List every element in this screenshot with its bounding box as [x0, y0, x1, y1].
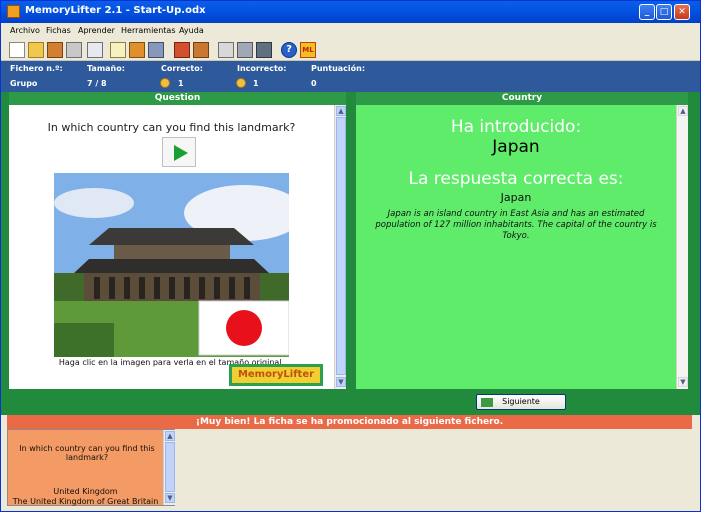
- file-value: Grupo: [10, 79, 38, 88]
- scroll-thumb[interactable]: [336, 117, 346, 375]
- incorrect-label: Incorrecto:: [237, 64, 287, 73]
- smile-icon: [160, 78, 170, 88]
- media-icon[interactable]: [129, 42, 145, 58]
- save-icon[interactable]: [47, 42, 63, 58]
- app-window: MemoryLifter 2.1 - Start-Up.odx _ □ ✕ Ar…: [0, 0, 701, 512]
- menu-fichas[interactable]: Fichas: [46, 26, 71, 35]
- tools-icon[interactable]: [237, 42, 253, 58]
- history-panel: In which country can you find this landm…: [7, 429, 175, 506]
- entered-label: Ha introducido:: [450, 117, 582, 137]
- close-button[interactable]: ✕: [674, 4, 690, 20]
- stats-bar: Fichero n.º: Grupo Tamaño: 7 / 8 Correct…: [1, 61, 700, 92]
- minimize-button[interactable]: _: [639, 4, 655, 20]
- scroll-down-arrow-icon[interactable]: ▼: [336, 377, 346, 387]
- history-scrollbar[interactable]: ▲ ▼: [163, 430, 175, 505]
- history-scroll-up-icon[interactable]: ▲: [165, 431, 175, 441]
- stack-icon[interactable]: [193, 42, 209, 58]
- history-answer-line2: The United Kingdom of Great Britain: [12, 497, 159, 506]
- correct-answer-value: Japan: [500, 191, 532, 204]
- history-scroll-down-icon[interactable]: ▼: [165, 493, 175, 503]
- score-value: 0: [311, 79, 317, 88]
- temple-photo: [54, 173, 289, 357]
- open-icon[interactable]: [28, 42, 44, 58]
- history-question: In which country can you find this landm…: [19, 444, 155, 462]
- new-icon[interactable]: [9, 42, 25, 58]
- history-card[interactable]: In which country can you find this landm…: [8, 430, 163, 507]
- learn-icon[interactable]: [174, 42, 190, 58]
- size-label: Tamaño:: [87, 64, 125, 73]
- entered-value: Japan: [492, 137, 540, 157]
- answer-panel: Ha introducido: Japan La respuesta corre…: [356, 105, 688, 389]
- window-title: MemoryLifter 2.1 - Start-Up.odx: [25, 5, 206, 16]
- size-value: 7 / 8: [87, 79, 107, 88]
- help-icon[interactable]: ?: [281, 42, 297, 58]
- edit-icon[interactable]: [110, 42, 126, 58]
- history-answer-line1: United Kingdom: [53, 487, 118, 496]
- answer-scroll-up-icon[interactable]: ▲: [678, 106, 688, 116]
- question-scrollbar[interactable]: ▲ ▼: [334, 105, 346, 389]
- answer-scrollbar[interactable]: ▲ ▼: [676, 105, 688, 389]
- question-header: Question: [9, 92, 346, 105]
- file-label: Fichero n.º:: [10, 64, 63, 73]
- info-icon[interactable]: [218, 42, 234, 58]
- screen-icon[interactable]: [256, 42, 272, 58]
- menu-ayuda[interactable]: Ayuda: [179, 26, 204, 35]
- status-message: ¡Muy bien! La ficha se ha promocionado a…: [7, 415, 692, 429]
- menu-aprender[interactable]: Aprender: [78, 26, 115, 35]
- print-icon[interactable]: [66, 42, 82, 58]
- scroll-up-arrow-icon[interactable]: ▲: [336, 106, 346, 116]
- arrow-right-icon: [481, 398, 493, 407]
- play-icon: [174, 145, 188, 161]
- maximize-button[interactable]: □: [656, 4, 672, 20]
- answer-header: Country: [356, 92, 688, 105]
- correct-value: 1: [178, 79, 184, 88]
- menu-archivo[interactable]: Archivo: [10, 26, 40, 35]
- sad-icon: [236, 78, 246, 88]
- next-button[interactable]: Siguiente: [476, 394, 566, 410]
- history-answer: United Kingdom The United Kingdom of Gre…: [8, 487, 163, 507]
- memorylifter-logo: MemoryLifter: [229, 364, 323, 386]
- next-button-label: Siguiente: [502, 397, 540, 406]
- play-audio-button[interactable]: [162, 137, 196, 167]
- title-bar[interactable]: MemoryLifter 2.1 - Start-Up.odx _ □ ✕: [1, 1, 700, 23]
- menu-bar: Archivo Fichas Aprender Herramientas Ayu…: [1, 23, 700, 39]
- ml-icon[interactable]: ML: [300, 42, 316, 58]
- toolbar: ? ML: [1, 39, 700, 61]
- score-label: Puntuación:: [311, 64, 366, 73]
- answer-scroll-down-icon[interactable]: ▼: [678, 377, 688, 387]
- copy-icon[interactable]: [148, 42, 164, 58]
- question-panel: In which country can you find this landm…: [9, 105, 346, 389]
- landmark-image[interactable]: [54, 173, 289, 357]
- correct-answer-label: La respuesta correcta es:: [408, 169, 624, 189]
- menu-herramientas[interactable]: Herramientas: [121, 26, 176, 35]
- incorrect-value: 1: [253, 79, 259, 88]
- question-text: In which country can you find this landm…: [47, 121, 296, 134]
- preview-icon[interactable]: [87, 42, 103, 58]
- app-icon[interactable]: [7, 5, 20, 18]
- correct-label: Correcto:: [161, 64, 203, 73]
- history-scroll-thumb[interactable]: [165, 442, 175, 492]
- answer-description: Japan is an island country in East Asia …: [375, 209, 657, 241]
